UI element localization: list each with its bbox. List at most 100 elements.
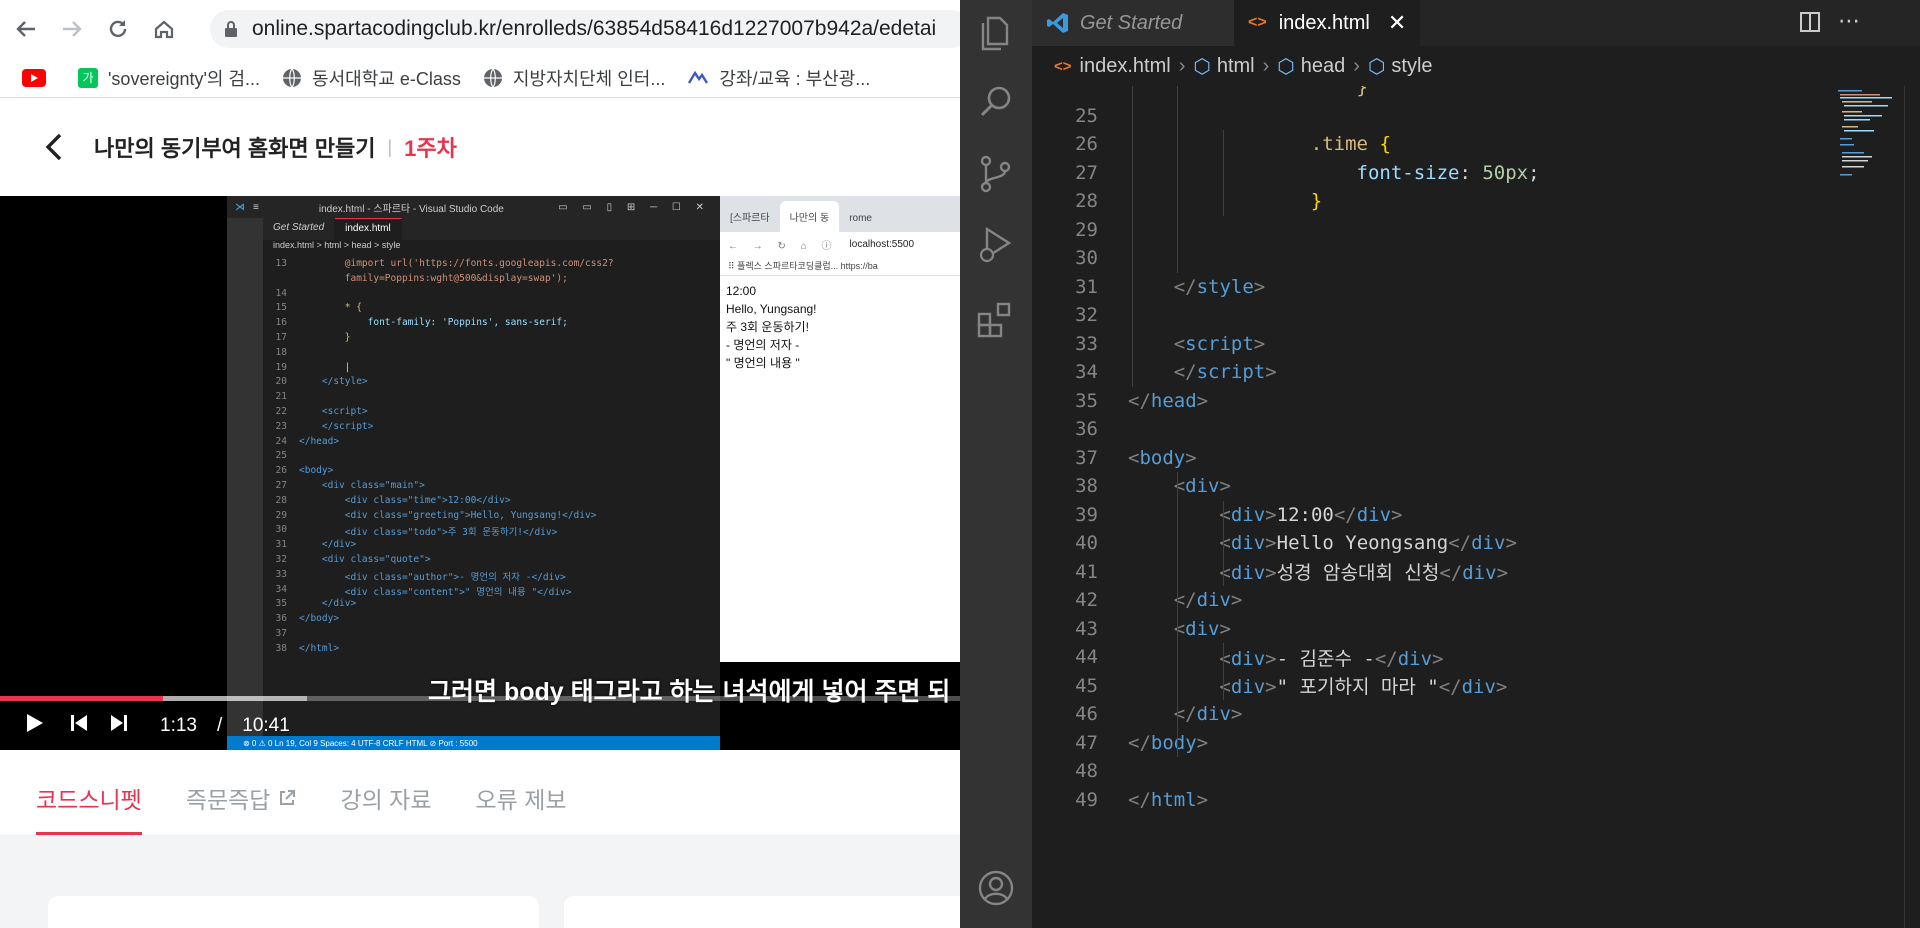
source-control-button[interactable] — [974, 152, 1018, 196]
run-debug-button[interactable] — [974, 222, 1018, 266]
video-line-content: <body> — [299, 465, 334, 477]
tab-lecture-material[interactable]: 강의 자료 — [340, 781, 431, 835]
back-button[interactable] — [6, 9, 46, 49]
video-code-line: 33 <div class="author">- 명언의 저자 -</div> — [263, 569, 720, 584]
video-code-line: 15 * { — [263, 302, 720, 317]
split-editor-button[interactable] — [1799, 11, 1821, 38]
code-line[interactable]: 35 </head> — [1032, 387, 1792, 416]
more-actions-button[interactable]: ⋯ — [1838, 8, 1860, 34]
line-number: 29 — [1075, 218, 1098, 241]
line-content: <div> — [1173, 475, 1231, 498]
video-code-line: 27 <div class="main"> — [263, 480, 720, 495]
bookmark-youtube[interactable] — [22, 68, 56, 87]
code-line[interactable]: 44 <div>- 김준수 -</div> — [1032, 643, 1792, 672]
code-line[interactable]: 49 </html> — [1032, 786, 1792, 815]
tab-qna[interactable]: 즉문즉답 — [186, 781, 297, 835]
code-line[interactable]: 47 </body> — [1032, 729, 1792, 758]
code-line[interactable]: 25 — [1032, 102, 1792, 131]
code-line[interactable]: 37 <body> — [1032, 444, 1792, 473]
video-line-content: @import url('https://fonts.googleapis.co… — [299, 258, 614, 269]
url-text: online.spartacodingclub.kr/enrolleds/638… — [252, 17, 937, 40]
code-line[interactable]: 29 — [1032, 216, 1792, 245]
code-line[interactable]: 30 — [1032, 244, 1792, 273]
files-icon — [981, 16, 1009, 51]
breadcrumb-item[interactable]: ⬡ head — [1277, 54, 1345, 79]
line-number: 42 — [1075, 589, 1098, 612]
bookmark-item[interactable]: 가 'sovereignty'의 검... — [78, 65, 260, 91]
video-line-number: 36 — [275, 613, 287, 625]
next-button[interactable] — [110, 714, 128, 737]
code-line[interactable]: 27 font-size: 50px; — [1032, 159, 1792, 188]
line-number: 38 — [1075, 475, 1098, 498]
minimap[interactable] — [1830, 86, 1904, 928]
tab-error-report[interactable]: 오류 제보 — [475, 781, 566, 835]
search-icon — [980, 86, 1011, 117]
code-line[interactable]: 39 <div>12:00</div> — [1032, 501, 1792, 530]
tab-get-started[interactable]: Get Started — [1032, 0, 1234, 46]
video-code-line: 28 <div class="time">12:00</div> — [263, 495, 720, 510]
code-line[interactable]: 32 — [1032, 301, 1792, 330]
tab-index-html[interactable]: <> index.html ✕ — [1234, 0, 1420, 46]
line-content: <div> — [1173, 617, 1231, 640]
video-line-content: <div class="content">" 명언의 내용 "</div> — [299, 586, 572, 598]
breadcrumb-label: style — [1391, 54, 1433, 77]
code-line[interactable]: 48 — [1032, 757, 1792, 786]
accounts-button[interactable] — [974, 866, 1018, 910]
code-line[interactable]: 46 </div> — [1032, 700, 1792, 729]
line-content: </style> — [1173, 275, 1266, 298]
editor-tabs: Get Started <> index.html ✕ ⋯ — [1032, 0, 1920, 46]
code-line[interactable]: 45 <div>" 포기하지 마라 "</div> — [1032, 672, 1792, 701]
code-line[interactable]: 41 <div>성경 암송대회 신청</div> — [1032, 558, 1792, 587]
html-file-icon: <> — [1054, 57, 1072, 75]
line-number: 28 — [1075, 190, 1098, 213]
line-number: 44 — [1075, 646, 1098, 669]
bookmark-item[interactable]: 동서대학교 e-Class — [282, 65, 461, 91]
code-line[interactable]: 38 <div> — [1032, 472, 1792, 501]
editor-scrollbar[interactable] — [1904, 86, 1920, 928]
breadcrumb: <> index.html › ⬡ html › ⬡ head › ⬡ style — [1032, 46, 1920, 86]
address-bar[interactable]: online.spartacodingclub.kr/enrolleds/638… — [210, 10, 960, 48]
video-page-line: Hello, Yungsang! — [726, 302, 817, 316]
video-line-number: 15 — [275, 302, 287, 314]
search-button[interactable] — [974, 80, 1018, 124]
code-line[interactable]: 43 <div> — [1032, 615, 1792, 644]
course-back-button[interactable] — [44, 132, 74, 162]
code-line[interactable]: 28} — [1032, 187, 1792, 216]
previous-button[interactable] — [70, 714, 88, 737]
video-line-number: 18 — [275, 346, 287, 358]
home-button[interactable] — [144, 9, 184, 49]
code-line[interactable]: 33 <script> — [1032, 330, 1792, 359]
code-line[interactable]: 34 </script> — [1032, 358, 1792, 387]
forward-button[interactable] — [52, 9, 92, 49]
lock-icon — [225, 21, 237, 37]
play-button[interactable] — [26, 713, 48, 738]
video-vscode-titlebar: ⋊ ≡ index.html - 스파르타 - Visual Studio Co… — [227, 196, 720, 218]
breadcrumb-item[interactable]: <> index.html — [1054, 55, 1171, 78]
breadcrumb-item[interactable]: ⬡ html — [1193, 54, 1254, 79]
reload-button[interactable] — [98, 9, 138, 49]
line-number: 27 — [1075, 161, 1098, 184]
extensions-button[interactable] — [974, 298, 1018, 342]
time-separator: / — [216, 714, 223, 736]
video-line-content: </html> — [299, 642, 340, 654]
code-line[interactable]: 40 <div>Hello Yeongsang</div> — [1032, 529, 1792, 558]
activity-bar — [960, 0, 1032, 928]
code-line[interactable]: 26 .time { — [1032, 130, 1792, 159]
bookmark-item[interactable]: 지방자치단체 인터... — [483, 65, 665, 91]
menu-icon: ≡ — [253, 201, 259, 213]
line-number: 39 — [1075, 503, 1098, 526]
bookmark-item[interactable]: 강좌/교육 : 부산광... — [687, 65, 870, 91]
arrow-right-icon — [63, 21, 82, 37]
code-line[interactable]: 31 </style> — [1032, 273, 1792, 302]
breadcrumb-item[interactable]: ⬡ style — [1368, 54, 1433, 79]
code-line[interactable]: } — [1032, 86, 1792, 102]
code-editor[interactable]: } 25 26 .time {27 font-size: 50px; 28} 29 30 31 <… — [1032, 86, 1792, 928]
code-line[interactable]: 42 </div> — [1032, 586, 1792, 615]
video-line-number: 29 — [275, 509, 287, 521]
video-player[interactable]: ⋊ ≡ index.html - 스파르타 - Visual Studio Co… — [0, 196, 960, 750]
explorer-button[interactable] — [974, 10, 1018, 54]
tab-label: 강의 자료 — [340, 787, 432, 813]
tab-code-snippet[interactable]: 코드스니펫 — [36, 781, 142, 835]
close-tab-icon[interactable]: ✕ — [1388, 10, 1406, 36]
code-line[interactable]: 36 — [1032, 415, 1792, 444]
